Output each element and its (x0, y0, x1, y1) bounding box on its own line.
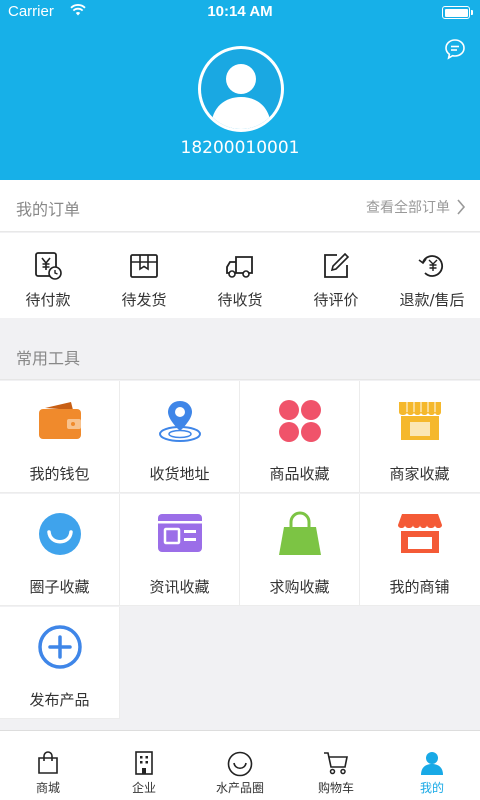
tool-label: 发布产品 (29, 691, 90, 709)
user-icon (421, 752, 443, 775)
news-card-icon (158, 514, 202, 552)
tab-cart[interactable]: 购物车 (288, 731, 384, 800)
add-circle-icon (38, 625, 82, 669)
tool-purchase-favorites[interactable]: 求购收藏 (240, 494, 360, 606)
tab-label: 我的 (419, 781, 444, 795)
tool-circle-favorites[interactable]: 圈子收藏 (0, 494, 120, 606)
tab-mall[interactable]: 商城 (0, 731, 96, 800)
tab-label: 商城 (35, 781, 60, 795)
order-label: 待收货 (217, 291, 263, 309)
tool-label: 求购收藏 (269, 578, 330, 596)
building-icon (135, 751, 153, 775)
user-silhouette-icon (201, 49, 281, 129)
tab-label: 企业 (131, 781, 156, 795)
order-label: 待发货 (121, 291, 167, 309)
tab-label: 水产品圈 (215, 781, 264, 795)
tab-label: 购物车 (317, 781, 354, 795)
clover-icon (279, 400, 321, 442)
smile-icon (227, 751, 253, 777)
battery-icon (442, 6, 473, 19)
cart-icon (324, 752, 348, 775)
shopping-bag-icon (279, 511, 321, 555)
view-all-orders-label: 查看全部订单 (366, 200, 450, 216)
package-icon (130, 254, 158, 278)
location-icon (159, 401, 201, 442)
tab-mine[interactable]: 我的 (384, 731, 480, 800)
edit-review-icon (324, 252, 350, 278)
avatar[interactable] (198, 46, 284, 132)
tool-label: 收货地址 (149, 465, 210, 483)
order-label: 退款/售后 (399, 291, 465, 309)
tool-product-favorites[interactable]: 商品收藏 (240, 381, 360, 493)
message-icon[interactable] (444, 38, 466, 60)
orders-title: 我的订单 (16, 200, 81, 219)
shop-awning-icon (399, 402, 441, 440)
orders-header: 我的订单 查看全部订单 (0, 180, 480, 232)
tool-my-store[interactable]: 我的商铺 (360, 494, 480, 606)
tool-news-favorites[interactable]: 资讯收藏 (120, 494, 240, 606)
tool-label: 我的商铺 (389, 578, 450, 596)
tool-label: 商家收藏 (389, 465, 450, 483)
truck-icon (226, 256, 253, 278)
wallet-icon (39, 402, 81, 439)
order-pending-shipment[interactable]: 待发货 (96, 233, 192, 318)
tool-address[interactable]: 收货地址 (120, 381, 240, 493)
view-all-orders-link[interactable]: 查看全部订单 (366, 197, 466, 217)
order-pending-receipt[interactable]: 待收货 (192, 233, 288, 318)
user-phone: 18200010001 (180, 138, 300, 158)
tools-title: 常用工具 (16, 349, 81, 368)
tab-aquatic-circle[interactable]: 水产品圈 (192, 731, 288, 800)
order-refund-aftersale[interactable]: 退款/售后 (384, 233, 480, 318)
smile-circle-icon (39, 513, 81, 555)
status-time: 10:14 AM (207, 3, 273, 20)
tools-header: 常用工具 (0, 330, 480, 380)
order-label: 待付款 (25, 291, 71, 309)
store-icon (398, 514, 442, 553)
chevron-right-icon (457, 199, 466, 215)
tab-enterprise[interactable]: 企业 (96, 731, 192, 800)
order-status-row: 待付款 待发货 待收货 待评价 退款/售后 (0, 233, 480, 318)
tool-merchant-favorites[interactable]: 商家收藏 (360, 381, 480, 493)
order-label: 待评价 (313, 291, 359, 309)
bottom-tab-bar: 商城 企业 水产品圈 购物车 我的 (0, 730, 480, 800)
tool-publish-product[interactable]: 发布产品 (0, 607, 120, 719)
refund-icon (418, 255, 444, 277)
tool-wallet[interactable]: 我的钱包 (0, 381, 120, 493)
bag-icon (38, 751, 58, 774)
tool-label: 圈子收藏 (29, 578, 90, 596)
status-bar: Carrier 10:14 AM (0, 0, 480, 24)
profile-header: Carrier 10:14 AM 18200010001 (0, 0, 480, 180)
tool-label: 我的钱包 (29, 465, 90, 483)
order-pending-payment[interactable]: 待付款 (0, 233, 96, 318)
tool-label: 商品收藏 (269, 465, 330, 483)
order-pending-review[interactable]: 待评价 (288, 233, 384, 318)
tool-label: 资讯收藏 (149, 578, 210, 596)
yuan-clock-icon (35, 252, 62, 280)
